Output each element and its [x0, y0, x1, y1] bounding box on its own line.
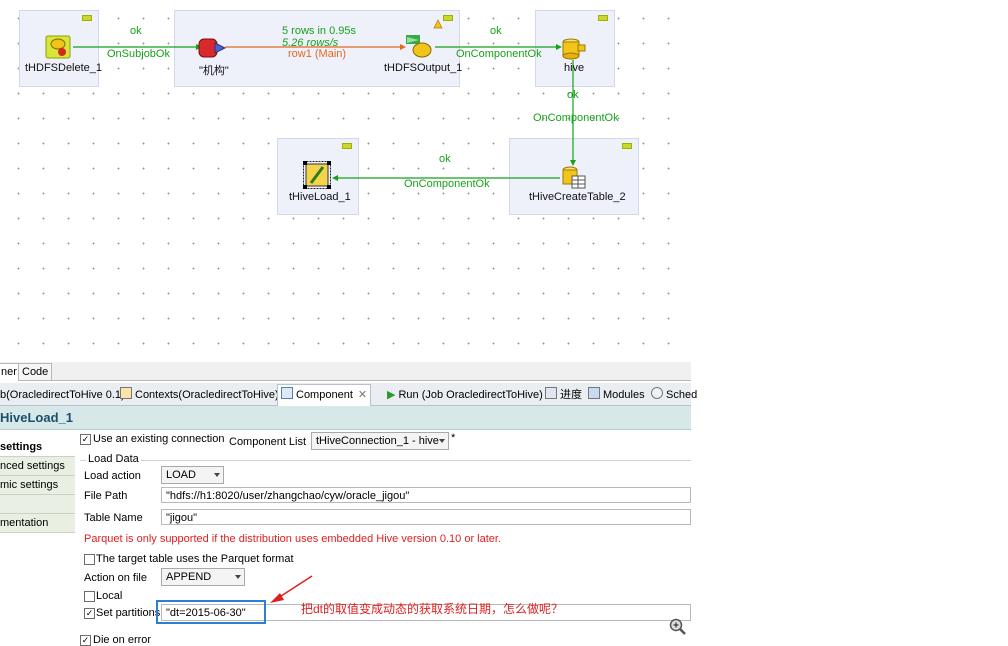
link-label-ok[interactable]: ok [567, 89, 579, 101]
component-label-hive-load[interactable]: tHiveLoad_1 [289, 191, 351, 203]
highlight-box [156, 600, 266, 624]
table-name-label: Table Name [84, 512, 143, 524]
parquet-warning: Parquet is only supported if the distrib… [84, 533, 502, 545]
load-data-group-label: Load Data [86, 453, 141, 465]
set-partitions-label: Set partitions [96, 607, 161, 619]
annotation-text: 把dt的取值变成动态的获取系统日期，怎么做呢？ [301, 602, 564, 616]
tab-code[interactable]: Code [18, 363, 53, 381]
tab-scheduler[interactable]: Sched [651, 386, 697, 404]
designer-code-tabs: ner Code [0, 362, 691, 381]
tab-modules-label: Modules [603, 389, 645, 401]
tab-progress-label: 进度 [560, 389, 582, 401]
parquet-format-label: The target table uses the Parquet format [96, 553, 294, 565]
link-label-on-component-ok[interactable]: OnComponentOk [404, 178, 490, 190]
side-item-view[interactable] [0, 495, 75, 514]
component-list-label: Component List [229, 436, 307, 448]
chevron-down-icon [214, 473, 220, 477]
file-path-label: File Path [84, 490, 128, 502]
hdfs-delete-icon[interactable] [45, 35, 71, 59]
side-item-documentation[interactable]: mentation [0, 514, 75, 533]
row-stats-count: 5 rows in 0.95s [282, 25, 356, 37]
link-label-on-component-ok[interactable]: OnComponentOk [533, 112, 619, 124]
row-link-label[interactable]: row1 (Main) [288, 48, 346, 60]
design-canvas[interactable]: tHDFSDelete_1 "机构" tHDFSOutput_1 hive tH… [0, 0, 691, 362]
view-tab-bar: b(OracledirectToHive 0.1) Contexts(Oracl… [0, 383, 697, 406]
link-label-ok[interactable]: ok [130, 25, 142, 37]
link-label-on-component-ok[interactable]: OnComponentOk [456, 48, 542, 60]
action-on-file-value: APPEND [166, 571, 212, 583]
use-existing-connection-checkbox[interactable]: ✓ [80, 434, 91, 445]
tab-contexts-label: Contexts(OracledirectToHive) [135, 389, 279, 401]
set-partitions-checkbox[interactable]: ✓ [84, 608, 95, 619]
side-item-basic-settings[interactable]: settings [0, 438, 75, 457]
chevron-down-icon [439, 439, 445, 443]
parquet-format-checkbox[interactable] [84, 554, 95, 565]
run-icon: ▶ [387, 389, 396, 401]
component-label-hdfs-delete[interactable]: tHDFSDelete_1 [25, 62, 102, 74]
required-marker: * [451, 432, 456, 444]
component-list-select[interactable]: tHiveConnection_1 - hive [311, 432, 449, 450]
hive-create-table-icon[interactable] [561, 166, 587, 190]
tab-job[interactable]: b(OracledirectToHive 0.1) [0, 386, 125, 404]
tab-contexts[interactable]: Contexts(OracledirectToHive) [120, 386, 279, 404]
close-icon[interactable]: ✕ [358, 389, 367, 401]
oracle-input-icon[interactable] [198, 37, 227, 59]
load-action-label: Load action [84, 470, 141, 482]
hive-load-icon[interactable] [303, 161, 331, 189]
hive-connection-icon[interactable] [561, 37, 587, 61]
local-checkbox[interactable] [84, 591, 95, 602]
component-title: HiveLoad_1 [0, 410, 73, 425]
zoom-icon[interactable] [669, 618, 687, 636]
action-on-file-label: Action on file [84, 572, 147, 584]
component-list-value: tHiveConnection_1 - hive [316, 435, 439, 447]
side-item-dynamic-settings[interactable]: mic settings [0, 476, 75, 495]
tab-component-label: Component [296, 389, 353, 401]
local-label: Local [96, 590, 123, 602]
tab-component[interactable]: Component ✕ [277, 384, 372, 406]
die-on-error-label: Die on error [93, 634, 152, 646]
link-label-ok[interactable]: ok [439, 153, 451, 165]
tab-modules[interactable]: Modules [588, 386, 645, 404]
progress-icon [545, 387, 557, 399]
contexts-icon [120, 387, 132, 399]
table-name-input[interactable]: "jigou" [161, 509, 691, 525]
tab-scheduler-label: Sched [666, 389, 698, 401]
load-action-select[interactable]: LOAD [161, 466, 224, 484]
tab-progress[interactable]: 进度 [545, 386, 582, 404]
link-label-ok[interactable]: ok [490, 25, 502, 37]
use-existing-connection-label: Use an existing connection [93, 433, 225, 445]
load-action-value: LOAD [166, 469, 196, 481]
tab-run-label: Run (Job OracledirectToHive) [398, 389, 543, 401]
modules-icon [588, 387, 600, 399]
component-label-hive[interactable]: hive [564, 62, 584, 74]
component-label-hive-create-table[interactable]: tHiveCreateTable_2 [529, 191, 626, 203]
component-label-jigou[interactable]: "机构" [199, 62, 229, 78]
chevron-down-icon [235, 575, 241, 579]
side-item-advanced-settings[interactable]: nced settings [0, 457, 75, 476]
die-on-error-checkbox[interactable]: ✓ [80, 635, 91, 646]
file-path-input[interactable]: "hdfs://h1:8020/user/zhangchao/cyw/oracl… [161, 487, 691, 503]
link-label-on-subjob-ok[interactable]: OnSubjobOk [107, 48, 170, 60]
tab-run[interactable]: ▶ Run (Job OracledirectToHive) [387, 386, 543, 404]
component-icon [281, 387, 293, 399]
scheduler-icon [651, 387, 663, 399]
settings-side-list: settings nced settings mic settings ment… [0, 432, 75, 642]
load-data-divider [80, 460, 691, 461]
tab-job-label: b(OracledirectToHive 0.1) [0, 389, 125, 401]
hdfs-output-icon[interactable] [405, 35, 433, 61]
action-on-file-select[interactable]: APPEND [161, 568, 245, 586]
component-label-hdfs-output[interactable]: tHDFSOutput_1 [384, 62, 462, 74]
component-title-bar: HiveLoad_1 [0, 406, 691, 430]
